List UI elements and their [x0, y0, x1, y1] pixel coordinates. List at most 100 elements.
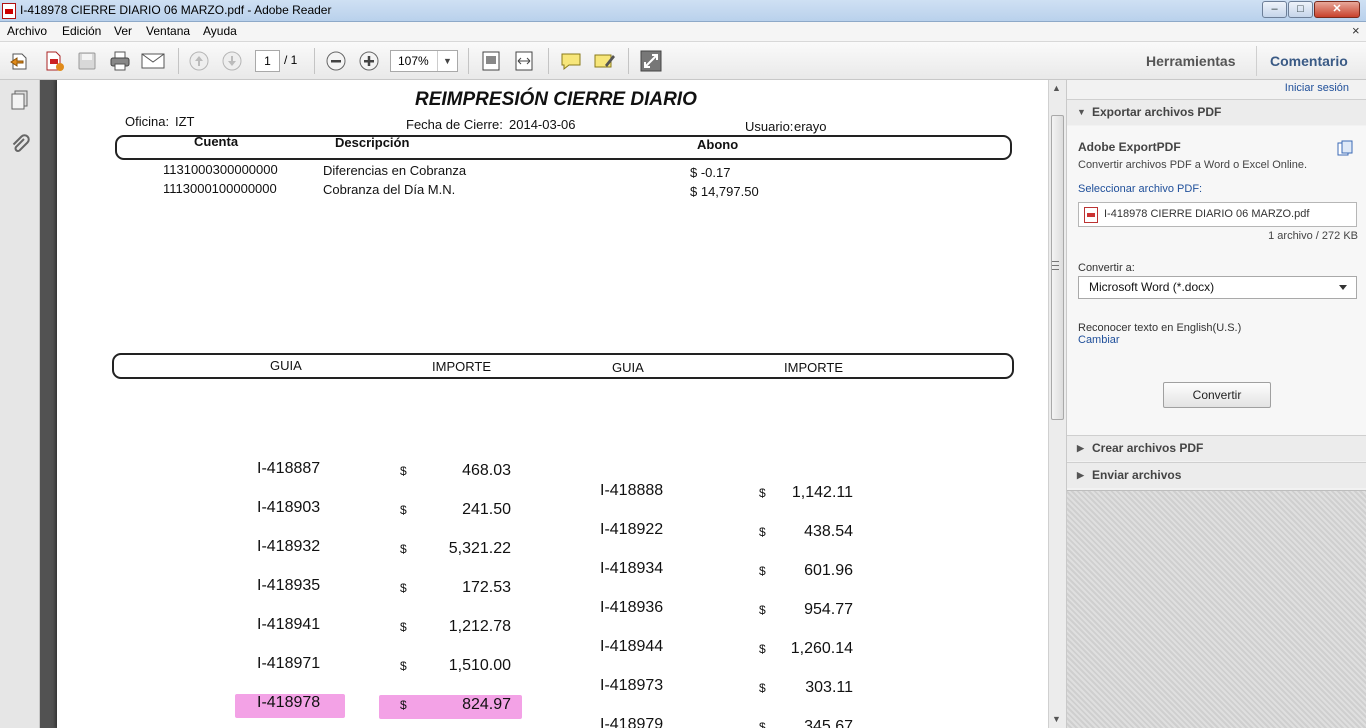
importe-right: 303.11	[805, 679, 853, 696]
guia-left: I-418978	[257, 694, 321, 711]
collapsed-triangle-icon: ▶	[1077, 470, 1084, 480]
change-language-link[interactable]: Cambiar	[1078, 334, 1120, 346]
importe-left: 5,321.22	[448, 540, 511, 557]
menu-archivo[interactable]: Archivo	[7, 24, 47, 38]
currency-symbol: $	[400, 620, 407, 634]
report-heading: REIMPRESIÓN CIERRE DIARIO	[415, 89, 697, 110]
importe-left: 172.53	[462, 579, 511, 596]
currency-symbol: $	[400, 503, 407, 517]
tab-herramientas[interactable]: Herramientas	[1146, 53, 1236, 69]
importe-left: 824.97	[462, 696, 511, 713]
send-files-header[interactable]: ▶ Enviar archivos	[1067, 462, 1366, 488]
usuario-label: Usuario:	[745, 119, 794, 134]
guia-left: I-418903	[257, 499, 321, 516]
scroll-grip-icon	[1052, 261, 1059, 270]
file-count: 1 archivo / 272 KB	[1268, 230, 1358, 242]
selected-file-field[interactable]: I-418978 CIERRE DIARIO 06 MARZO.pdf	[1078, 202, 1357, 227]
currency-symbol: $	[400, 581, 407, 595]
importe-right: 954.77	[804, 601, 853, 618]
service-name: Adobe ExportPDF	[1078, 140, 1181, 154]
page-number-input[interactable]: 1	[255, 50, 280, 72]
scroll-up-icon[interactable]: ▲	[1052, 83, 1061, 93]
empty-panel-area	[1067, 490, 1366, 728]
guia-left: I-418935	[257, 577, 321, 594]
save-icon[interactable]	[74, 49, 100, 73]
menu-ventana[interactable]: Ventana	[146, 24, 190, 38]
account-row-abono: $ 14,797.50	[690, 184, 759, 199]
guia-right: I-418936	[600, 599, 664, 616]
send-files-title: Enviar archivos	[1092, 468, 1182, 482]
fit-width-icon[interactable]	[511, 49, 537, 73]
selected-file-name: I-418978 CIERRE DIARIO 06 MARZO.pdf	[1104, 208, 1310, 220]
create-pdf-header[interactable]: ▶ Crear archivos PDF	[1067, 435, 1366, 461]
account-row-cuenta: 1113000100000000	[163, 181, 277, 196]
highlight-text-icon[interactable]	[591, 49, 617, 73]
currency-symbol: $	[400, 464, 407, 478]
vertical-scrollbar[interactable]: ▲ ▼	[1048, 80, 1066, 728]
importe-left: 468.03	[462, 462, 511, 479]
importe-right: 1,142.11	[791, 484, 853, 501]
minimize-button[interactable]: –	[1262, 1, 1287, 18]
col-importe-2: IMPORTE	[784, 360, 843, 375]
print-icon[interactable]	[107, 49, 133, 73]
sign-in-link[interactable]: Iniciar sesión	[1285, 82, 1349, 94]
chevron-down-icon	[1339, 285, 1347, 290]
col-cuenta: Cuenta	[194, 134, 239, 149]
menu-ayuda[interactable]: Ayuda	[203, 24, 237, 38]
convert-button[interactable]: Convertir	[1163, 382, 1271, 408]
scroll-down-icon[interactable]: ▼	[1052, 714, 1061, 724]
menu-ver[interactable]: Ver	[114, 24, 132, 38]
title-bar: I-418978 CIERRE DIARIO 06 MARZO.pdf - Ad…	[0, 0, 1366, 22]
pdf-page: REIMPRESIÓN CIERRE DIARIO Oficina: IZT F…	[57, 80, 1048, 728]
account-row-abono: $ -0.17	[690, 165, 731, 180]
zoom-out-icon[interactable]	[323, 49, 349, 73]
importe-right: 438.54	[804, 523, 853, 540]
zoom-value: 107%	[398, 54, 429, 68]
create-pdf-icon[interactable]	[41, 49, 67, 73]
tab-comentario[interactable]: Comentario	[1270, 53, 1348, 69]
document-viewer[interactable]: REIMPRESIÓN CIERRE DIARIO Oficina: IZT F…	[40, 80, 1048, 728]
col-abono: Abono	[697, 137, 739, 152]
close-button[interactable]: ✕	[1314, 1, 1360, 18]
importe-left: 241.50	[462, 501, 511, 518]
export-service-icon[interactable]	[1337, 140, 1353, 159]
toolbar: 1 / 1 107% ▼ Herramientas Comentario	[0, 42, 1366, 80]
convert-to-label: Convertir a:	[1078, 262, 1135, 274]
guia-right: I-418973	[600, 677, 664, 694]
next-page-icon[interactable]	[219, 49, 245, 73]
maximize-button[interactable]: □	[1288, 1, 1313, 18]
importe-right: 601.96	[804, 562, 853, 579]
fecha-value: 2014-03-06	[509, 117, 576, 132]
fit-page-icon[interactable]	[478, 49, 504, 73]
pdf-file-icon	[1084, 207, 1098, 223]
zoom-in-icon[interactable]	[356, 49, 382, 73]
adobe-reader-icon	[2, 3, 16, 19]
full-screen-icon[interactable]	[638, 49, 664, 73]
navigation-pane	[0, 80, 40, 728]
usuario-value: erayo	[794, 119, 827, 134]
oficina-label: Oficina:	[125, 114, 170, 129]
attachments-icon[interactable]	[9, 133, 31, 155]
tools-panel: Iniciar sesión ▼ Exportar archivos PDF A…	[1066, 80, 1366, 728]
guia-right: I-418979	[600, 716, 664, 728]
convert-format-select[interactable]: Microsoft Word (*.docx)	[1078, 276, 1357, 299]
guia-right: I-418922	[600, 521, 664, 538]
close-document-icon[interactable]: ×	[1352, 23, 1360, 38]
oficina-value: IZT	[175, 114, 195, 129]
service-description: Convertir archivos PDF a Word o Excel On…	[1078, 159, 1308, 171]
menu-edicion[interactable]: Edición	[62, 24, 101, 38]
export-pdf-header[interactable]: ▼ Exportar archivos PDF	[1067, 99, 1366, 125]
account-row-cuenta: 1131000300000000	[163, 162, 278, 177]
open-icon[interactable]	[8, 49, 34, 73]
guia-left: I-418971	[257, 655, 321, 672]
previous-page-icon[interactable]	[186, 49, 212, 73]
email-icon[interactable]	[140, 49, 166, 73]
zoom-select[interactable]: 107% ▼	[390, 50, 458, 72]
page-thumbnails-icon[interactable]	[9, 89, 31, 111]
account-row-descripcion: Diferencias en Cobranza	[323, 163, 467, 178]
export-pdf-title: Exportar archivos PDF	[1092, 105, 1222, 119]
guia-right: I-418944	[600, 638, 664, 655]
window-title: I-418978 CIERRE DIARIO 06 MARZO.pdf - Ad…	[20, 3, 332, 17]
sticky-note-icon[interactable]	[558, 49, 584, 73]
guia-left: I-418887	[257, 460, 321, 477]
